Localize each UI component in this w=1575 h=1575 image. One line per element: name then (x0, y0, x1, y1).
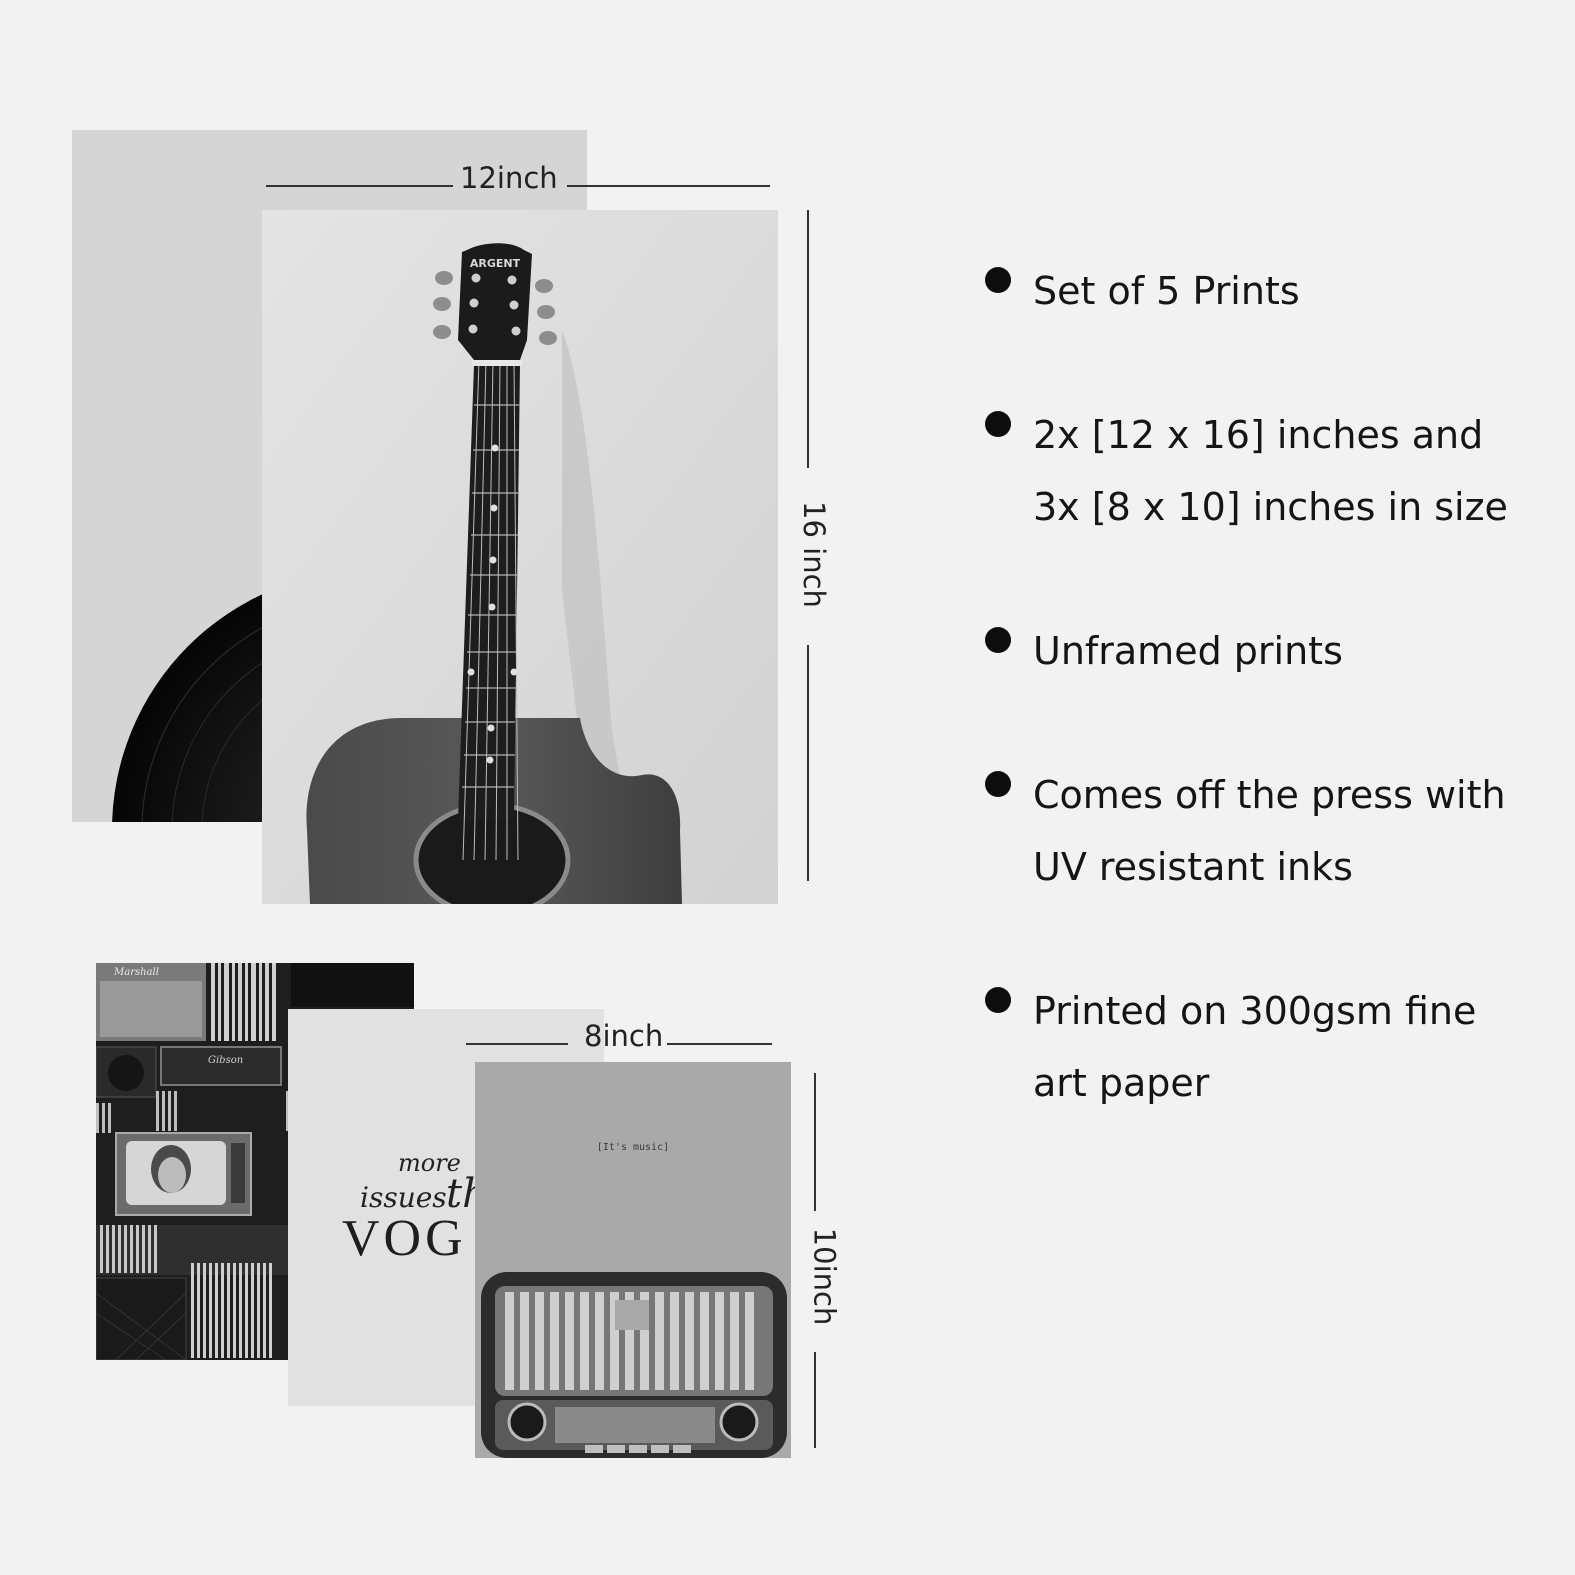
small-width-label: 8inch (584, 1019, 664, 1053)
marshall-logo-text: Marshall (113, 967, 159, 978)
feature-text: 2x [12 x 16] inches and (1033, 413, 1484, 457)
feature-list: Set of 5 Prints 2x [12 x 16] inches and … (985, 255, 1555, 1191)
feature-item: Printed on 300gsm fine art paper (985, 975, 1555, 1119)
acoustic-guitar-print: ARGENT (262, 210, 778, 904)
large-width-label: 12inch (460, 161, 558, 195)
small-height-dimension-line-top (814, 1073, 816, 1211)
feature-item: Unframed prints (985, 615, 1555, 687)
width-dimension-line-right (567, 185, 770, 187)
feature-text: Comes off the press with (1033, 773, 1506, 817)
gibson-logo-text: Gibson (208, 1055, 243, 1066)
feature-text: Printed on 300gsm fine (1033, 989, 1477, 1033)
height-dimension-line-top (807, 210, 809, 468)
vintage-radio-print: [It's music] (475, 1062, 791, 1458)
feature-item: Comes off the press with UV resistant in… (985, 759, 1555, 903)
large-height-label: 16 inch (796, 501, 831, 608)
acoustic-guitar-image: ARGENT (262, 210, 778, 904)
feature-item: 2x [12 x 16] inches and 3x [8 x 10] inch… (985, 399, 1555, 543)
small-height-dimension-line-bottom (814, 1352, 816, 1448)
bullet-dot-icon (985, 411, 1011, 437)
feature-text: art paper (1033, 1061, 1210, 1105)
feature-text: UV resistant inks (1033, 845, 1353, 889)
feature-item: Set of 5 Prints (985, 255, 1555, 327)
vogue-title-text: VOG (342, 1210, 467, 1267)
bullet-dot-icon (985, 627, 1011, 653)
small-height-label: 10inch (807, 1227, 842, 1326)
feature-text: Unframed prints (1033, 629, 1343, 673)
bullet-dot-icon (985, 267, 1011, 293)
height-dimension-line-bottom (807, 645, 809, 881)
bullet-dot-icon (985, 987, 1011, 1013)
small-width-dimension-line-left (466, 1043, 568, 1045)
feature-text: 3x [8 x 10] inches in size (1033, 485, 1508, 529)
width-dimension-line-left (266, 185, 453, 187)
headstock-brand-text: ARGENT (470, 257, 521, 270)
vintage-radio-image (481, 1272, 787, 1458)
feature-text: Set of 5 Prints (1033, 269, 1300, 313)
bullet-dot-icon (985, 771, 1011, 797)
small-width-dimension-line-right (667, 1043, 772, 1045)
